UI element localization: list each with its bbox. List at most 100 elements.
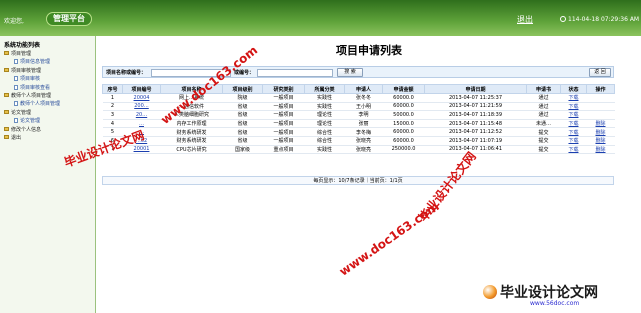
table-row: 4… 内存工作原理 省级 一般项目 理论性 张丽 15000.0 2013-04-07 11:…	[102, 119, 615, 129]
download-link[interactable]: 下载	[568, 112, 578, 118]
table-cell: 下载	[560, 136, 587, 146]
download-link[interactable]: 下载	[568, 147, 578, 153]
sidebar-item-edit-profile[interactable]: 修改个人信息	[4, 126, 94, 134]
folder-icon	[4, 67, 9, 72]
table-cell: 张晓亮	[344, 136, 383, 146]
sidebar-title: 系统功能列表	[4, 42, 41, 49]
table-cell: 250000.0	[382, 145, 425, 155]
table-cell: 一般项目	[262, 119, 305, 129]
delete-link[interactable]: 删除	[595, 138, 605, 144]
table-cell: 一般项目	[262, 93, 305, 103]
table-cell: 2013-04-07 11:12:52	[424, 127, 527, 137]
sidebar-item-teacher-projects[interactable]: 教师个人项目管理	[4, 92, 94, 100]
table-cell: 下载	[560, 93, 587, 103]
folder-icon	[4, 126, 9, 131]
download-link[interactable]: 下载	[568, 130, 578, 136]
welcome-text: 欢迎您,	[4, 18, 24, 25]
table-cell: 未通…	[526, 119, 561, 129]
sidebar-item-logout[interactable]: 退出	[4, 134, 94, 142]
table-cell: 200…	[122, 102, 161, 112]
table-cell: 一般项目	[262, 102, 305, 112]
table-cell: 李冬梅	[344, 127, 383, 137]
page-title: 项目申请列表	[336, 44, 402, 57]
table-cell: 1	[102, 93, 123, 103]
table-cell: 省级	[222, 102, 263, 112]
table-cell: CPU芯片研究	[160, 145, 223, 155]
project-code-input[interactable]	[257, 68, 333, 77]
table-cell: 下载	[560, 127, 587, 137]
table-cell: 2013-04-07 11:07:19	[424, 136, 527, 146]
project-code-link[interactable]: 20004	[134, 95, 150, 101]
col-applicant: 申请人	[344, 84, 383, 94]
sidebar-item-paper-management-sub[interactable]: 论文管理	[4, 117, 94, 125]
back-button[interactable]: 返 回	[589, 68, 611, 77]
project-table: 序号 项目编号 项目名称 项目级别 研究类别 所属分类 申请人 申请金额 申请日…	[102, 84, 615, 155]
project-code-link[interactable]: 20001	[134, 146, 150, 152]
table-cell: 提交	[526, 145, 561, 155]
pagination-info: 每页显示：10/7条记录｜当前页：1/1页	[102, 176, 614, 185]
sidebar-item-project-management[interactable]: 项目管理	[4, 50, 94, 58]
table-cell: 张晓亮	[344, 145, 383, 155]
col-status: 状态	[560, 84, 587, 94]
table-cell: 张丽	[344, 119, 383, 129]
table-row: 5… 财务系统研发 省级 一般项目 综合性 李冬梅 60000.0 2013-04-07 11…	[102, 127, 615, 137]
footer-url: www.56doc.com	[530, 300, 580, 307]
sidebar-item-paper-management[interactable]: 论文管理	[4, 109, 94, 117]
table-cell: 理论性	[304, 110, 345, 120]
download-link[interactable]: 下载	[568, 104, 578, 110]
app-logo: 管理平台	[46, 12, 92, 26]
table-cell: 院级	[222, 93, 263, 103]
folder-icon	[4, 134, 9, 139]
project-code-link[interactable]: 200…	[134, 103, 149, 109]
table-cell: 财务系统研发	[160, 127, 223, 137]
table-cell: 提交	[526, 136, 561, 146]
sidebar-item-project-info[interactable]: 项目信息管理	[4, 58, 94, 66]
download-link[interactable]: 下载	[568, 138, 578, 144]
search-button[interactable]: 搜 索	[337, 68, 363, 77]
delete-link[interactable]: 删除	[595, 147, 605, 153]
table-cell: 通过	[526, 93, 561, 103]
table-cell: 省级	[222, 110, 263, 120]
sidebar-item-project-review[interactable]: 项目审核	[4, 75, 94, 83]
folder-icon	[4, 109, 9, 114]
sidebar: 系统功能列表 项目管理 项目信息管理 项目审核管理 项目审核 项目审核查看 教师…	[0, 36, 96, 313]
sidebar-item-project-review-view[interactable]: 项目审核查看	[4, 84, 94, 92]
table-header-row: 序号 项目编号 项目名称 项目级别 研究类别 所属分类 申请人 申请金额 申请日…	[102, 84, 615, 94]
table-cell: 理论性	[304, 119, 345, 129]
table-cell: 张冬冬	[344, 93, 383, 103]
sidebar-menu: 项目管理 项目信息管理 项目审核管理 项目审核 项目审核查看 教师个人项目管理 …	[4, 50, 94, 142]
table-cell: 50000.0	[382, 110, 425, 120]
top-header: 欢迎您, 管理平台 退出 114-04-18 07:29:36 AM	[0, 0, 641, 36]
table-cell: 李明	[344, 110, 383, 120]
download-link[interactable]: 下载	[568, 95, 578, 101]
delete-link[interactable]: 删除	[595, 121, 605, 127]
table-cell: 2013-04-07 11:15:48	[424, 119, 527, 129]
project-name-label: 项目名称或编号：	[106, 70, 147, 76]
table-cell: 省级	[222, 127, 263, 137]
download-link[interactable]: 下载	[568, 121, 578, 127]
table-cell: …	[122, 119, 161, 129]
exit-link[interactable]: 退出	[517, 14, 533, 25]
table-cell: 2	[102, 102, 123, 112]
sidebar-item-project-review-management[interactable]: 项目审核管理	[4, 67, 94, 75]
table-cell: 一般项目	[262, 136, 305, 146]
table-cell	[586, 93, 615, 103]
table-cell	[586, 110, 615, 120]
col-index: 序号	[102, 84, 123, 94]
table-cell: 2013-04-07 11:21:59	[424, 102, 527, 112]
table-row: 7 20001 CPU芯片研究 国家级 重点项目 实践性 张晓亮 250000.0 2013-0…	[102, 145, 615, 155]
table-cell: 2013-04-07 11:18:39	[424, 110, 527, 120]
table-cell: 下载	[560, 110, 587, 120]
datetime-display: 114-04-18 07:29:36 AM	[560, 16, 639, 23]
delete-link[interactable]: 删除	[595, 130, 605, 136]
table-cell: 下载	[560, 102, 587, 112]
table-cell: 60000.0	[382, 102, 425, 112]
sidebar-item-teacher-projects-sub[interactable]: 教师个人项目管理	[4, 100, 94, 108]
footer-brand: 毕业设计论文网	[500, 285, 598, 301]
document-icon	[14, 118, 18, 124]
project-code-link[interactable]: 20…	[136, 112, 147, 118]
col-project-level: 项目级别	[222, 84, 263, 94]
table-cell: 下载	[560, 145, 587, 155]
table-cell: 实践性	[304, 145, 345, 155]
table-cell: 实践性	[304, 93, 345, 103]
